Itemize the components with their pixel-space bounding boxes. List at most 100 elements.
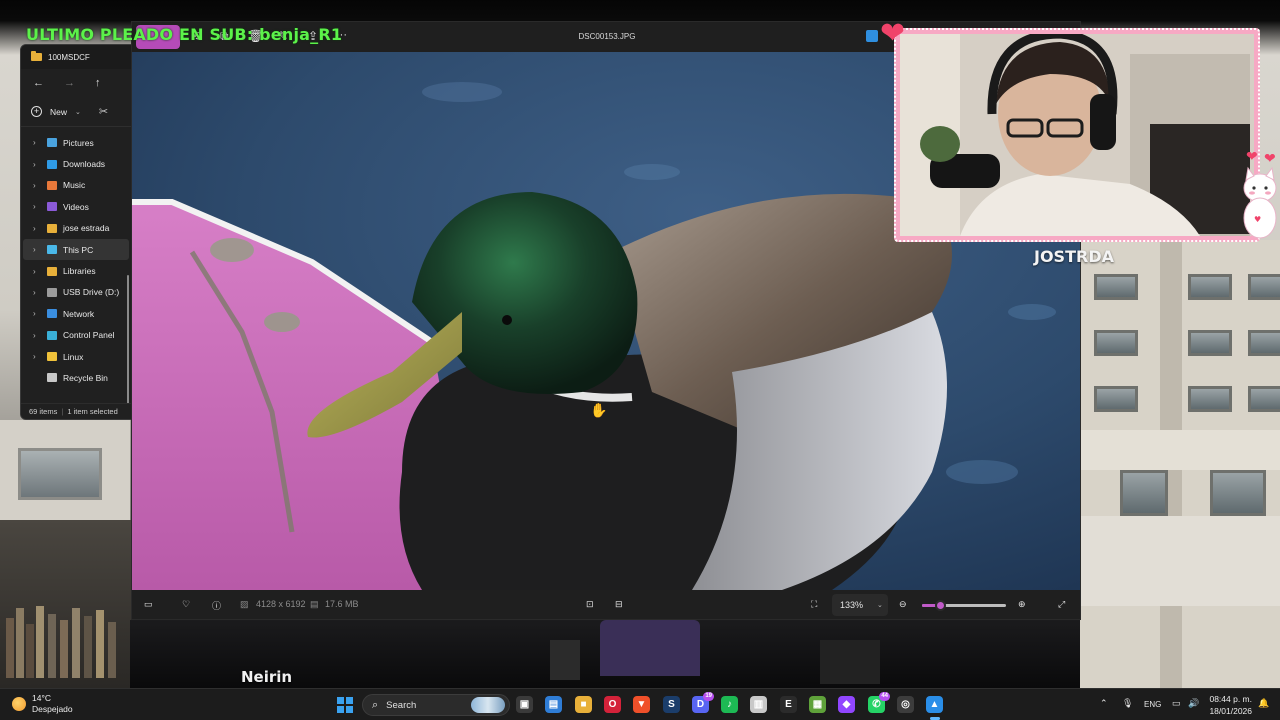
sidebar-item-recycle-bin[interactable]: Recycle Bin	[21, 367, 131, 388]
volume-icon[interactable]: 🔊	[1188, 698, 1199, 709]
explorer-status-bar: 69 items | 1 item selected	[21, 403, 131, 419]
heart-icon: ❤	[880, 17, 906, 50]
sidebar-item-network[interactable]: › Network	[21, 303, 131, 324]
folder-icon	[31, 51, 42, 61]
steam-icon[interactable]: S	[663, 696, 680, 713]
sidebar-item-label: Music	[63, 180, 86, 191]
control-panel-icon	[47, 330, 57, 340]
chevron-right-icon[interactable]: ›	[33, 288, 41, 297]
file-size: 17.6 MB	[325, 599, 359, 609]
chevron-up-icon[interactable]: ⌃	[1100, 698, 1108, 709]
zoom-out-icon[interactable]: ⊖	[899, 599, 907, 610]
language-indicator[interactable]: ENG	[1144, 700, 1161, 709]
new-button[interactable]: New	[50, 107, 67, 117]
up-arrow-icon[interactable]: ↑	[95, 77, 101, 89]
zoom-slider-thumb[interactable]	[935, 600, 947, 611]
chevron-right-icon[interactable]: ›	[33, 352, 41, 361]
filmstrip-icon[interactable]: ▭	[144, 599, 153, 610]
photos-app-glyph: ▤	[548, 699, 559, 710]
file-explorer-window[interactable]: 100MSDCF ← → ↑ + New ⌄ ✂ › Pictures › Downl…	[20, 44, 132, 420]
forward-arrow-icon[interactable]: →	[64, 77, 75, 89]
chevron-right-icon[interactable]: ›	[33, 331, 41, 340]
task-view-glyph: ▣	[519, 699, 530, 710]
network-icon	[47, 309, 57, 319]
discord-icon[interactable]: D 19	[692, 692, 714, 713]
chevron-right-icon[interactable]: ›	[33, 309, 41, 318]
cut-scissors-icon[interactable]: ✂	[99, 105, 108, 118]
webcam-dotted-frame	[894, 28, 1260, 242]
sidebar-item-label: USB Drive (D:)	[63, 287, 120, 298]
chrome-like-icon[interactable]: ◎	[897, 696, 914, 713]
sidebar-item-control-panel[interactable]: › Control Panel	[21, 325, 131, 346]
chevron-right-icon[interactable]: ›	[33, 267, 41, 276]
minecraft-icon[interactable]: ▦	[809, 696, 826, 713]
task-view-icon[interactable]: ▣	[516, 696, 533, 713]
chevron-right-icon[interactable]: ›	[33, 245, 41, 254]
background-window	[1248, 330, 1280, 356]
opera-icon[interactable]: O	[604, 696, 621, 713]
zoom-level-select[interactable]: 133% ⌄	[832, 594, 888, 616]
start-button[interactable]	[337, 697, 353, 713]
sidebar-item-usb-drive-d[interactable]: › USB Drive (D:)	[21, 282, 131, 303]
explorer-nav-bar: ← → ↑	[21, 69, 131, 97]
brave-glyph: ▼	[636, 699, 647, 710]
photos-active-icon[interactable]: ▲	[926, 696, 943, 713]
usb-drive-icon	[47, 287, 57, 297]
cat-sticker-icon: ♥	[1243, 166, 1277, 239]
file-explorer-icon[interactable]: ■	[575, 696, 592, 713]
discord-glyph: D	[696, 699, 705, 710]
spotify-icon[interactable]: ♪	[721, 696, 738, 713]
explorer-command-bar: + New ⌄ ✂	[21, 97, 131, 127]
weather-widget[interactable]: 14°C Despejado	[12, 693, 73, 715]
whatsapp-icon[interactable]: ✆ 44	[868, 692, 890, 713]
zoom-level-value: 133%	[840, 600, 864, 610]
taskbar-search-box[interactable]: ⌕ Search	[362, 694, 510, 716]
chevron-right-icon[interactable]: ›	[33, 181, 41, 190]
chevron-right-icon[interactable]: ›	[33, 138, 41, 147]
fullscreen-fit-icon[interactable]: ⛶	[811, 599, 817, 610]
favorite-heart-icon[interactable]: ♡	[182, 599, 190, 610]
background-window	[1188, 330, 1232, 356]
pictures-icon	[47, 138, 57, 148]
brave-icon[interactable]: ▼	[633, 696, 650, 713]
notification-icon[interactable]: 🔔	[1258, 698, 1269, 709]
sidebar-item-jose-estrada[interactable]: › jose estrada	[21, 218, 131, 239]
sidebar-item-downloads[interactable]: › Downloads	[21, 153, 131, 174]
chevron-right-icon[interactable]: ›	[33, 224, 41, 233]
microphone-icon[interactable]: 🎙	[1122, 698, 1133, 709]
background-window	[1248, 386, 1280, 412]
chevron-down-icon[interactable]: ⌄	[75, 108, 81, 116]
epic-games-icon[interactable]: E	[780, 696, 797, 713]
photos-app-icon[interactable]: ▤	[545, 696, 562, 713]
chevron-right-icon[interactable]: ›	[33, 202, 41, 211]
new-plus-icon[interactable]: +	[31, 106, 42, 117]
twitch-obs-icon[interactable]: ◆	[838, 696, 855, 713]
explorer-titlebar[interactable]: 100MSDCF	[21, 45, 131, 69]
sidebar-item-music[interactable]: › Music	[21, 175, 131, 196]
chevron-right-icon[interactable]: ›	[33, 160, 41, 169]
navigation-scrollbar[interactable]	[127, 275, 129, 419]
zoom-slider[interactable]	[922, 600, 1006, 611]
fit-window-icon[interactable]: ⊡	[586, 599, 594, 610]
background-window	[1094, 330, 1138, 356]
info-icon[interactable]: ⓘ	[212, 599, 221, 612]
background-window	[1094, 386, 1138, 412]
windows-taskbar: 14°C Despejado ⌕ Search ▣ ▤ ■ O ▼ S D 19 ♪ ▥ E ▦ ◆ ✆ 4…	[0, 688, 1280, 720]
app-notes-icon[interactable]: ▥	[750, 696, 767, 713]
sidebar-item-videos[interactable]: › Videos	[21, 196, 131, 217]
taskbar-clock[interactable]: 08:44 p. m. 18/01/2026	[1206, 693, 1252, 717]
sidebar-item-libraries[interactable]: › Libraries	[21, 260, 131, 281]
sidebar-item-pictures[interactable]: › Pictures	[21, 132, 131, 153]
sidebar-item-linux[interactable]: › Linux	[21, 346, 131, 367]
photos-app-icon	[866, 30, 878, 42]
zoom-in-icon[interactable]: ⊕	[1018, 599, 1026, 610]
search-icon: ⌕	[372, 698, 379, 711]
back-arrow-icon[interactable]: ←	[33, 77, 44, 89]
actual-size-icon[interactable]: ⊟	[615, 599, 623, 610]
sidebar-item-this-pc[interactable]: › This PC	[23, 238, 129, 261]
recycle-bin-icon	[47, 373, 57, 383]
expand-icon[interactable]: ⤢	[1058, 599, 1065, 610]
notification-badge: 19	[703, 692, 714, 701]
network-icon[interactable]: ▭	[1172, 698, 1181, 709]
search-label: Search	[386, 699, 417, 711]
